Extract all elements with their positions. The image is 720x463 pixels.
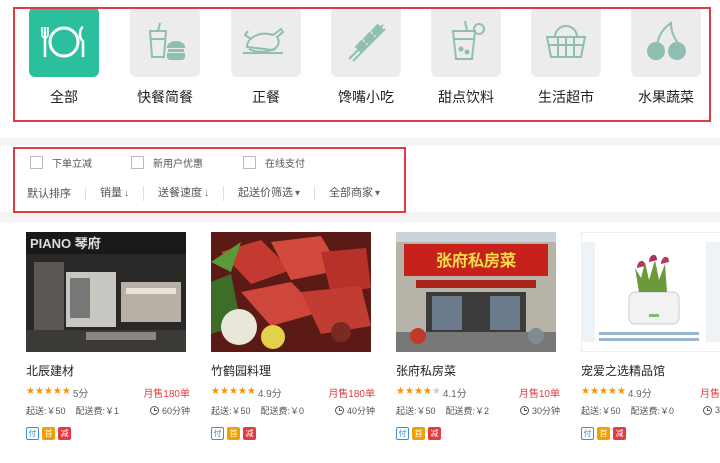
delivery-fee: 配送费:￥0 [630, 405, 675, 416]
page: 全部 快餐简餐 正餐 馋嘴小吃 甜点饮料 生活超市 水果蔬菜 下单立减 新用户优… [0, 0, 720, 463]
online-pay-tag: 付 [581, 427, 594, 440]
star-icon: ★ [246, 386, 256, 397]
promo-tags: 付 首 减 [396, 427, 566, 440]
delivery-time: 60分钟 [149, 404, 190, 417]
star-icon: ★ [61, 386, 71, 397]
delivery-fee: 配送费:￥0 [260, 405, 305, 416]
first-order-tag: 首 [597, 427, 610, 440]
discount-tag: 减 [428, 427, 441, 440]
shop-image-text: 张府私房菜 [436, 251, 516, 270]
star-icon: ★ [219, 386, 229, 397]
promo-tags: 付 首 减 [26, 427, 196, 440]
star-icon: ★ [237, 386, 247, 397]
star-icon: ★ [607, 386, 617, 397]
rating-score: 4.9分 [627, 388, 652, 400]
star-icon: ★ [34, 386, 44, 397]
rating-stars: ★ ★ ★ ★ ★ [581, 387, 626, 397]
rating-score: 4.1分 [442, 388, 467, 400]
promo-tags: 付 首 减 [211, 427, 381, 440]
delivery-fee: 配送费:￥1 [75, 405, 120, 416]
delivery-time: 40分钟 [334, 404, 375, 417]
star-icon: ★ [43, 386, 53, 397]
min-order: 起送:￥50 [581, 405, 621, 416]
clock-icon [334, 405, 344, 415]
delivery-fee: 配送费:￥2 [445, 405, 490, 416]
star-icon: ★ [52, 386, 62, 397]
rating-stars: ★ ★ ★ ★ ★ [396, 387, 441, 397]
first-order-tag: 首 [42, 427, 55, 440]
discount-tag: 减 [613, 427, 626, 440]
online-pay-tag: 付 [396, 427, 409, 440]
shop-image-text: PIANO 琴府 [30, 236, 101, 251]
monthly-sales: 月售 [700, 388, 720, 400]
delivery-time-value: 40分钟 [346, 405, 375, 416]
delivery-time-value: 30分钟 [531, 405, 560, 416]
shop-card[interactable]: 竹鹤园料理 ★ ★ ★ ★ ★ 4.9分 月售180单 起送:￥50 配送费:￥0 40… [211, 232, 381, 440]
star-icon: ★ [581, 386, 590, 397]
shop-name[interactable]: 北辰建材 [26, 362, 196, 379]
star-icon: ★ [422, 386, 432, 397]
star-icon: ★ [404, 386, 414, 397]
rating-stars: ★ ★ ★ ★ ★ [211, 387, 256, 397]
min-order: 起送:￥50 [26, 405, 66, 416]
filter-highlight-box [13, 147, 406, 213]
shop-list: PIANO 琴府 北辰建材 ★ ★ ★ ★ ★ 5分 月售180单 起送:￥50… [0, 222, 720, 463]
shop-card[interactable]: PIANO 琴府 北辰建材 ★ ★ ★ ★ ★ 5分 月售180单 起送:￥50… [26, 232, 196, 440]
star-icon: ★ [228, 386, 238, 397]
star-icon: ★ [211, 386, 220, 397]
monthly-sales: 月售10单 [518, 388, 560, 400]
star-icon: ★ [413, 386, 423, 397]
star-icon: ★ [431, 386, 441, 397]
shop-name[interactable]: 竹鹤园料理 [211, 362, 381, 379]
star-icon: ★ [616, 386, 626, 397]
shop-card[interactable]: 张府私房菜 张府私房菜 ★ ★ ★ ★ ★ 4.1分 月售10单 起送:￥50 … [396, 232, 566, 440]
online-pay-tag: 付 [26, 427, 39, 440]
shop-image[interactable] [211, 232, 371, 352]
delivery-time: 30分钟 [519, 404, 560, 417]
discount-tag: 减 [58, 427, 71, 440]
star-icon: ★ [598, 386, 608, 397]
rating-score: 4.9分 [257, 388, 282, 400]
promo-tags: 付 首 减 [581, 427, 720, 440]
monthly-sales: 月售180单 [143, 388, 190, 400]
rating-score: 5分 [72, 388, 89, 400]
online-pay-tag: 付 [211, 427, 224, 440]
delivery-time-value: 3 [714, 405, 720, 415]
clock-icon [702, 405, 712, 415]
first-order-tag: 首 [412, 427, 425, 440]
min-order: 起送:￥50 [211, 405, 251, 416]
shop-card[interactable]: 宠爱之选精品馆 ★ ★ ★ ★ ★ 4.9分 月售 起送:￥50 配送费:￥0 3 付 … [581, 232, 720, 440]
category-highlight-box [13, 7, 711, 122]
monthly-sales: 月售180单 [328, 388, 375, 400]
shop-image[interactable] [581, 232, 720, 352]
clock-icon [149, 405, 159, 415]
shop-name[interactable]: 宠爱之选精品馆 [581, 362, 720, 379]
delivery-time-value: 60分钟 [161, 405, 190, 416]
category-bar: 全部 快餐简餐 正餐 馋嘴小吃 甜点饮料 生活超市 水果蔬菜 [0, 0, 720, 138]
shop-name[interactable]: 张府私房菜 [396, 362, 566, 379]
star-icon: ★ [589, 386, 599, 397]
min-order: 起送:￥50 [396, 405, 436, 416]
discount-tag: 减 [243, 427, 256, 440]
first-order-tag: 首 [227, 427, 240, 440]
rating-stars: ★ ★ ★ ★ ★ [26, 387, 71, 397]
star-icon: ★ [396, 386, 405, 397]
clock-icon [519, 405, 529, 415]
shop-image[interactable]: PIANO 琴府 [26, 232, 186, 352]
shop-image[interactable]: 张府私房菜 [396, 232, 556, 352]
delivery-time: 3 [702, 405, 720, 415]
star-icon: ★ [26, 386, 35, 397]
